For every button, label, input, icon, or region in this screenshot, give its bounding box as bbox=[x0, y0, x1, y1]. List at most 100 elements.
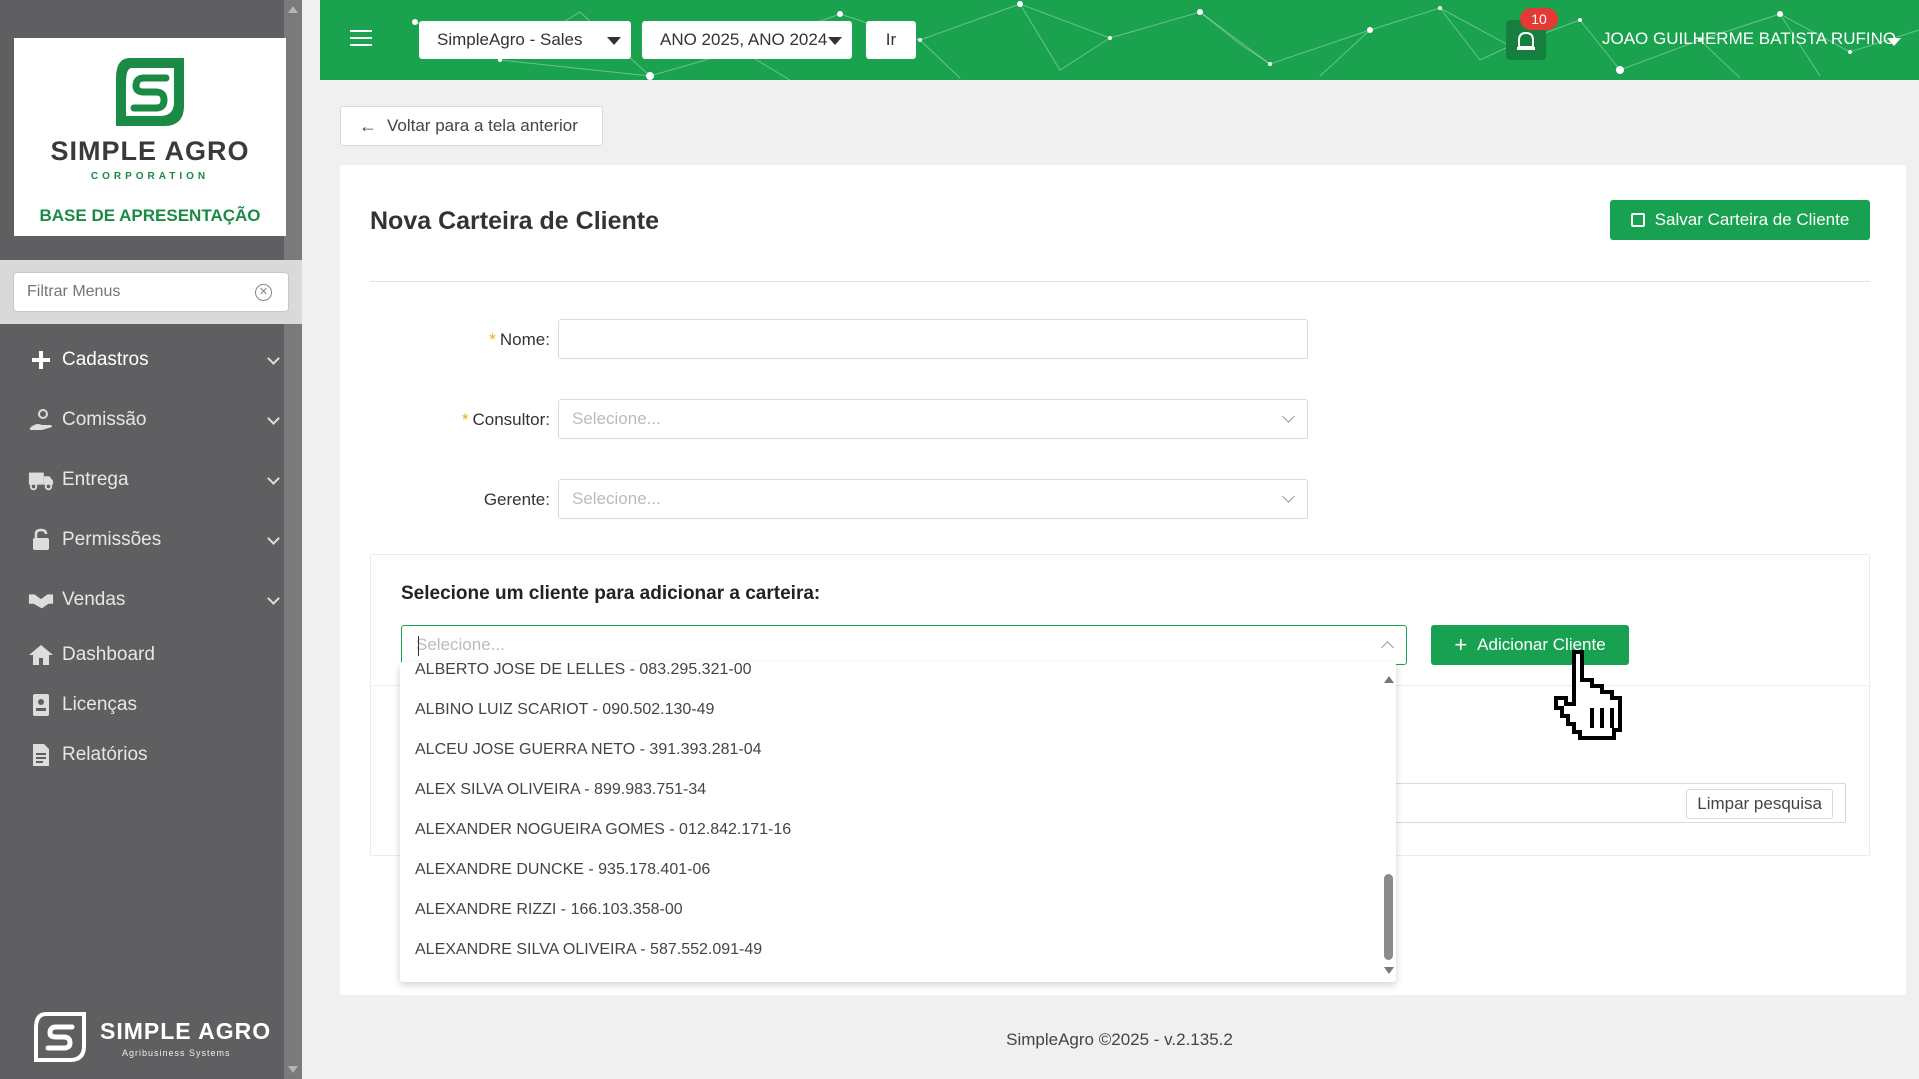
clear-search-button[interactable]: Limpar pesquisa bbox=[1686, 789, 1833, 819]
sidebar: SIMPLE AGRO CORPORATION BASE DE APRESENT… bbox=[0, 0, 302, 1079]
text-cursor bbox=[418, 636, 419, 656]
sidebar-item-entrega[interactable]: Entrega bbox=[0, 450, 284, 510]
sidebar-menu: Cadastros Comissão Entrega Permissões Ve… bbox=[0, 330, 284, 780]
home-icon bbox=[28, 642, 54, 668]
notifications-badge: 10 bbox=[1520, 8, 1558, 30]
chevron-down-icon bbox=[267, 532, 280, 545]
consultor-select[interactable]: Selecione... bbox=[558, 399, 1308, 439]
sidebar-item-label: Permissões bbox=[62, 529, 162, 550]
chevron-down-icon bbox=[267, 472, 280, 485]
sidebar-item-label: Comissão bbox=[62, 409, 147, 430]
handshake-icon bbox=[28, 587, 54, 613]
nome-input[interactable] bbox=[558, 319, 1308, 359]
menu-toggle-icon[interactable] bbox=[350, 30, 372, 48]
simple-agro-logo-icon bbox=[34, 1012, 86, 1062]
logo-corporation: CORPORATION bbox=[90, 171, 210, 182]
required-mark: * bbox=[489, 330, 496, 349]
client-option[interactable]: ALEXANDRE DUNCKE - 935.178.401-06 bbox=[400, 850, 1380, 890]
search-box[interactable]: Limpar pesquisa bbox=[1391, 783, 1846, 823]
save-icon bbox=[1630, 213, 1645, 227]
year-select-value: ANO 2025, ANO 2024 bbox=[660, 30, 828, 49]
caret-down-icon bbox=[607, 37, 621, 45]
sidebar-item-label: Entrega bbox=[62, 469, 129, 490]
app-select-value: SimpleAgro - Sales bbox=[437, 30, 583, 49]
nome-label: * Nome: bbox=[489, 330, 550, 349]
base-label: BASE DE APRESENTAÇÃO bbox=[39, 206, 261, 225]
year-select[interactable]: ANO 2025, ANO 2024 bbox=[642, 21, 852, 59]
clear-filter-icon[interactable]: ✕ bbox=[255, 284, 272, 301]
sidebar-item-permissoes[interactable]: Permissões bbox=[0, 510, 284, 570]
client-option[interactable]: ALBERTO JOSE DE LELLES - 083.295.321-00 bbox=[400, 662, 1380, 690]
sidebar-item-relatorios[interactable]: Relatórios bbox=[0, 730, 284, 780]
sidebar-item-label: Dashboard bbox=[62, 644, 155, 665]
client-option[interactable]: ALEXANDRE RIZZI - 166.103.358-00 bbox=[400, 890, 1380, 930]
sidebar-item-licencas[interactable]: Licenças bbox=[0, 680, 284, 730]
plus-icon bbox=[28, 347, 54, 373]
report-icon bbox=[28, 742, 54, 768]
go-button[interactable]: Ir bbox=[866, 21, 916, 59]
footer-brand-name: SIMPLE AGRO bbox=[100, 1018, 272, 1044]
client-option[interactable]: ALEXANDER NOGUEIRA GOMES - 012.842.171-1… bbox=[400, 810, 1380, 850]
sidebar-item-cadastros[interactable]: Cadastros bbox=[0, 330, 284, 390]
footer-brand: SIMPLE AGRO Agribusiness Systems bbox=[34, 1012, 274, 1062]
chevron-down-icon bbox=[1282, 410, 1295, 423]
dropdown-scrollbar[interactable] bbox=[1380, 662, 1396, 982]
scroll-down-icon[interactable] bbox=[1384, 967, 1394, 974]
menu-filter-input[interactable] bbox=[13, 272, 289, 312]
consultor-label: * Consultor: bbox=[461, 410, 550, 429]
required-mark: * bbox=[461, 410, 469, 429]
back-button[interactable]: ← Voltar para a tela anterior bbox=[340, 106, 603, 146]
divider bbox=[370, 281, 1870, 282]
logo-name: SIMPLE AGRO bbox=[50, 136, 250, 166]
save-button-label: Salvar Carteira de Cliente bbox=[1654, 210, 1850, 229]
client-section-title: Selecione um cliente para adicionar a ca… bbox=[401, 583, 821, 604]
unlock-icon bbox=[28, 527, 54, 553]
user-menu[interactable]: JOAO GUILHERME BATISTA RUFINO bbox=[1602, 29, 1896, 49]
client-select[interactable]: Selecione... bbox=[401, 625, 1407, 665]
client-options-list: ALBERTO JOSE DE LELLES - 083.295.321-00 … bbox=[400, 662, 1380, 970]
chevron-down-icon bbox=[1282, 490, 1295, 503]
sidebar-item-vendas[interactable]: Vendas bbox=[0, 570, 284, 630]
arrow-left-icon: ← bbox=[359, 115, 377, 136]
page-title: Nova Carteira de Cliente bbox=[370, 207, 659, 235]
client-option[interactable]: ALEX SILVA OLIVEIRA - 899.983.751-34 bbox=[400, 770, 1380, 810]
chevron-down-icon bbox=[267, 592, 280, 605]
back-button-label: Voltar para a tela anterior bbox=[387, 116, 578, 135]
chevron-up-icon bbox=[1381, 641, 1394, 654]
client-option[interactable]: ALBINO LUIZ SCARIOT - 090.502.130-49 bbox=[400, 690, 1380, 730]
client-option[interactable]: ALCEU JOSE GUERRA NETO - 391.393.281-04 bbox=[400, 730, 1380, 770]
plus-icon: + bbox=[1454, 632, 1468, 657]
client-option[interactable]: ALEXANDRE SILVA OLIVEIRA - 587.552.091-4… bbox=[400, 930, 1380, 970]
scroll-up-icon[interactable] bbox=[1384, 676, 1394, 683]
save-button[interactable]: Salvar Carteira de Cliente bbox=[1610, 200, 1870, 240]
gerente-placeholder: Selecione... bbox=[572, 489, 661, 508]
consultor-label-text: Consultor bbox=[472, 410, 546, 429]
gerente-label-text: Gerente bbox=[483, 490, 546, 509]
sidebar-item-label: Cadastros bbox=[62, 349, 149, 370]
sidebar-scrollbar[interactable] bbox=[284, 0, 302, 1079]
page-footer: SimpleAgro ©2025 - v.2.135.2 bbox=[1006, 1030, 1233, 1049]
top-bar: SimpleAgro - Sales ANO 2025, ANO 2024 Ir… bbox=[320, 0, 1919, 80]
simple-agro-logo-icon bbox=[116, 58, 184, 126]
client-select-placeholder: Selecione... bbox=[416, 635, 505, 654]
nome-label-text: Nome bbox=[499, 330, 546, 349]
consultor-placeholder: Selecione... bbox=[572, 409, 661, 428]
scroll-up-icon[interactable] bbox=[288, 6, 298, 13]
sidebar-item-dashboard[interactable]: Dashboard bbox=[0, 630, 284, 680]
caret-down-icon bbox=[828, 37, 842, 45]
caret-down-icon[interactable] bbox=[1887, 38, 1901, 46]
chevron-down-icon bbox=[267, 412, 280, 425]
scroll-down-icon[interactable] bbox=[288, 1066, 298, 1073]
gerente-label: Gerente: bbox=[483, 490, 550, 509]
sidebar-item-label: Relatórios bbox=[62, 744, 148, 765]
gerente-select[interactable]: Selecione... bbox=[558, 479, 1308, 519]
chevron-down-icon bbox=[267, 352, 280, 365]
sidebar-item-label: Licenças bbox=[62, 694, 137, 715]
sidebar-item-label: Vendas bbox=[62, 589, 126, 610]
app-select[interactable]: SimpleAgro - Sales bbox=[419, 21, 631, 59]
id-card-icon bbox=[28, 692, 54, 718]
sidebar-item-comissao[interactable]: Comissão bbox=[0, 390, 284, 450]
client-dropdown: ALBERTO JOSE DE LELLES - 083.295.321-00 … bbox=[400, 662, 1396, 982]
hand-coin-icon bbox=[28, 407, 54, 433]
scrollbar-thumb[interactable] bbox=[1384, 874, 1393, 960]
